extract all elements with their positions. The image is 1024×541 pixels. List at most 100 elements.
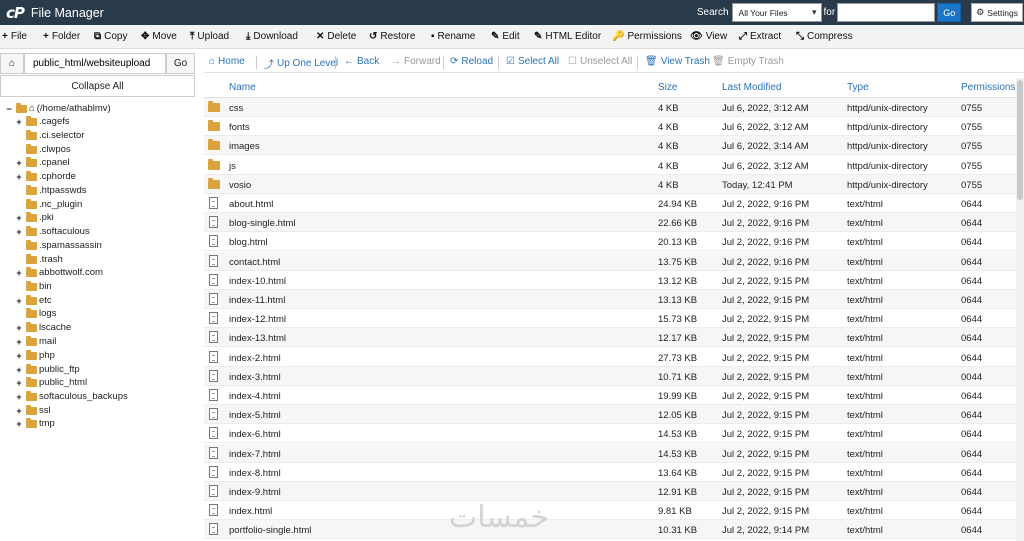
copy-button[interactable]: ⧉ Copy	[94, 31, 128, 42]
tree-item[interactable]: + .cphorde	[15, 170, 76, 183]
nav-forward-button[interactable]: → Forward	[391, 56, 441, 67]
upload-button[interactable]: ⤒ Upload	[190, 31, 229, 42]
table-row[interactable]: contact.html 13.75 KB Jul 2, 2022, 9:16 PM…	[204, 251, 1016, 271]
table-row[interactable]: images 4 KB Jul 6, 2022, 3:14 AM httpd/unix…	[204, 136, 1016, 156]
delete-button[interactable]: ✕ Delete	[316, 31, 356, 42]
table-row[interactable]: index-4.html 19.99 KB Jul 2, 2022, 9:15 PM…	[204, 386, 1016, 405]
table-row[interactable]: index-7.html 14.53 KB Jul 2, 2022, 9:15 PM…	[204, 443, 1016, 463]
tree-item[interactable]: + softaculous_backups	[15, 390, 128, 403]
new-file-button[interactable]: + File	[2, 31, 27, 42]
move-button[interactable]: ✥ Move	[141, 31, 177, 42]
tree-expand-toggle[interactable]: +	[15, 268, 23, 278]
tree-item[interactable]: + public_ftp	[15, 363, 80, 376]
table-row[interactable]: index-8.html 13.64 KB Jul 2, 2022, 9:15 PM…	[204, 463, 1016, 482]
tree-item[interactable]: + ssl	[15, 404, 51, 417]
tree-item[interactable]: .nc_plugin	[15, 198, 82, 211]
path-home-button[interactable]: ⌂	[0, 53, 24, 74]
nav-up-button[interactable]: ⤴ Up One Level	[264, 56, 338, 71]
tree-item[interactable]: .htpasswds	[15, 184, 87, 197]
rename-button[interactable]: ▪ Rename	[431, 31, 475, 42]
tree-item[interactable]: + .softaculous	[15, 225, 90, 238]
table-row[interactable]: js 4 KB Jul 6, 2022, 3:12 AM httpd/unix-dir…	[204, 156, 1016, 175]
tree-expand-toggle[interactable]: +	[15, 227, 23, 237]
tree-item[interactable]: .ci.selector	[15, 129, 84, 142]
tree-expand-toggle[interactable]: +	[15, 406, 23, 416]
table-row[interactable]: blog-single.html 22.66 KB Jul 2, 2022, 9:1…	[204, 213, 1016, 233]
tree-expand-toggle[interactable]: +	[15, 365, 23, 375]
tree-item[interactable]: + php	[15, 349, 55, 362]
column-name-header[interactable]: Name	[229, 82, 256, 93]
table-row[interactable]: index-9.html 12.91 KB Jul 2, 2022, 9:15 PM…	[204, 482, 1016, 501]
table-row[interactable]: index-13.html 12.17 KB Jul 2, 2022, 9:15 P…	[204, 328, 1016, 348]
table-row[interactable]: blog.html 20.13 KB Jul 2, 2022, 9:16 PM tex…	[204, 232, 1016, 252]
tree-expand-toggle[interactable]: +	[15, 337, 23, 347]
tree-item[interactable]: + tmp	[15, 417, 55, 430]
table-row[interactable]: index-6.html 14.53 KB Jul 2, 2022, 9:15 PM…	[204, 424, 1016, 444]
nav-back-button[interactable]: ← Back	[344, 56, 379, 67]
tree-expand-toggle[interactable]: +	[15, 172, 23, 182]
nav-view-trash-button[interactable]: 🗑 View Trash	[645, 56, 710, 67]
tree-item[interactable]: .clwpos	[15, 143, 71, 156]
search-scope-select[interactable]: All Your Files ▾	[731, 3, 822, 22]
table-row[interactable]: index-10.html 13.12 KB Jul 2, 2022, 9:15 P…	[204, 271, 1016, 290]
tree-expand-toggle[interactable]: +	[15, 158, 23, 168]
tree-item[interactable]: + mail	[15, 335, 56, 348]
edit-button[interactable]: ✎ Edit	[491, 31, 520, 42]
table-row[interactable]: portfolio-single.html 10.31 KB Jul 2, 2022…	[204, 520, 1016, 540]
tree-expand-toggle[interactable]: +	[15, 351, 23, 361]
tree-collapse-toggle[interactable]: −	[5, 104, 13, 114]
tree-expand-toggle[interactable]: +	[15, 323, 23, 333]
search-go-button[interactable]: Go	[937, 3, 962, 22]
tree-item[interactable]: + etc	[15, 294, 52, 307]
tree-expand-toggle[interactable]: +	[15, 392, 23, 402]
extract-button[interactable]: ⤢ Extract	[739, 31, 781, 42]
cpanel-logo[interactable]: cP File Manager	[6, 4, 104, 22]
permissions-button[interactable]: 🔑 Permissions	[612, 31, 682, 42]
settings-button[interactable]: ⚙ Settings	[971, 3, 1023, 22]
restore-button[interactable]: ↺ Restore	[369, 31, 415, 42]
search-input[interactable]	[837, 3, 936, 22]
path-go-button[interactable]: Go	[166, 53, 195, 74]
scrollbar-thumb[interactable]	[1017, 80, 1023, 200]
tree-item[interactable]: + .cpanel	[15, 156, 70, 169]
column-modified-header[interactable]: Last Modified	[722, 82, 781, 93]
nav-empty-trash-button[interactable]: 🗑 Empty Trash	[712, 56, 784, 67]
nav-select-all-button[interactable]: ☑ Select All	[506, 56, 559, 67]
table-row[interactable]: index.html 9.81 KB Jul 2, 2022, 9:15 PM tex…	[204, 501, 1016, 521]
table-row[interactable]: css 4 KB Jul 6, 2022, 3:12 AM httpd/unix-di…	[204, 98, 1016, 117]
path-input[interactable]	[24, 53, 166, 74]
tree-item[interactable]: + abbottwolf.com	[15, 266, 103, 279]
tree-expand-toggle[interactable]: +	[15, 419, 23, 429]
nav-unselect-all-button[interactable]: ☐ Unselect All	[568, 56, 632, 67]
new-folder-button[interactable]: + Folder	[43, 31, 80, 42]
table-row[interactable]: index-11.html 13.13 KB Jul 2, 2022, 9:15 P…	[204, 290, 1016, 309]
tree-expand-toggle[interactable]: +	[15, 378, 23, 388]
nav-home-button[interactable]: ⌂ Home	[209, 56, 245, 67]
compress-button[interactable]: ⤡ Compress	[796, 31, 853, 42]
tree-expand-toggle[interactable]: +	[15, 213, 23, 223]
tree-item[interactable]: .trash	[15, 253, 63, 266]
table-row[interactable]: index-12.html 15.73 KB Jul 2, 2022, 9:15 P…	[204, 309, 1016, 329]
table-row[interactable]: vosio 4 KB Today, 12:41 PM httpd/unix-direc…	[204, 174, 1016, 194]
view-button[interactable]: 👁 View	[690, 31, 727, 42]
table-row[interactable]: fonts 4 KB Jul 6, 2022, 3:12 AM httpd/unix-…	[204, 117, 1016, 137]
table-row[interactable]: about.html 24.94 KB Jul 2, 2022, 9:16 PM te…	[204, 194, 1016, 213]
tree-root[interactable]: − ⌂ (/home/athablmv)	[5, 102, 111, 115]
nav-reload-button[interactable]: ⟳ Reload	[450, 56, 493, 67]
table-row[interactable]: index-3.html 10.71 KB Jul 2, 2022, 9:15 PM…	[204, 366, 1016, 386]
tree-item[interactable]: + public_html	[15, 376, 87, 389]
table-row[interactable]: index-5.html 12.05 KB Jul 2, 2022, 9:15 PM…	[204, 405, 1016, 425]
column-type-header[interactable]: Type	[847, 82, 869, 93]
table-row[interactable]: index-2.html 27.73 KB Jul 2, 2022, 9:15 PM…	[204, 348, 1016, 367]
column-size-header[interactable]: Size	[658, 82, 677, 93]
tree-item[interactable]: .spamassassin	[15, 239, 102, 252]
tree-item[interactable]: + .cagefs	[15, 115, 70, 128]
tree-expand-toggle[interactable]: +	[15, 117, 23, 127]
tree-expand-toggle[interactable]: +	[15, 296, 23, 306]
tree-item[interactable]: logs	[15, 307, 56, 320]
collapse-all-button[interactable]: Collapse All	[0, 75, 195, 97]
download-button[interactable]: ⤓ Download	[246, 31, 298, 42]
tree-item[interactable]: + .pki	[15, 211, 54, 224]
tree-item[interactable]: + lscache	[15, 321, 71, 334]
html-editor-button[interactable]: ✎ HTML Editor	[534, 31, 601, 42]
